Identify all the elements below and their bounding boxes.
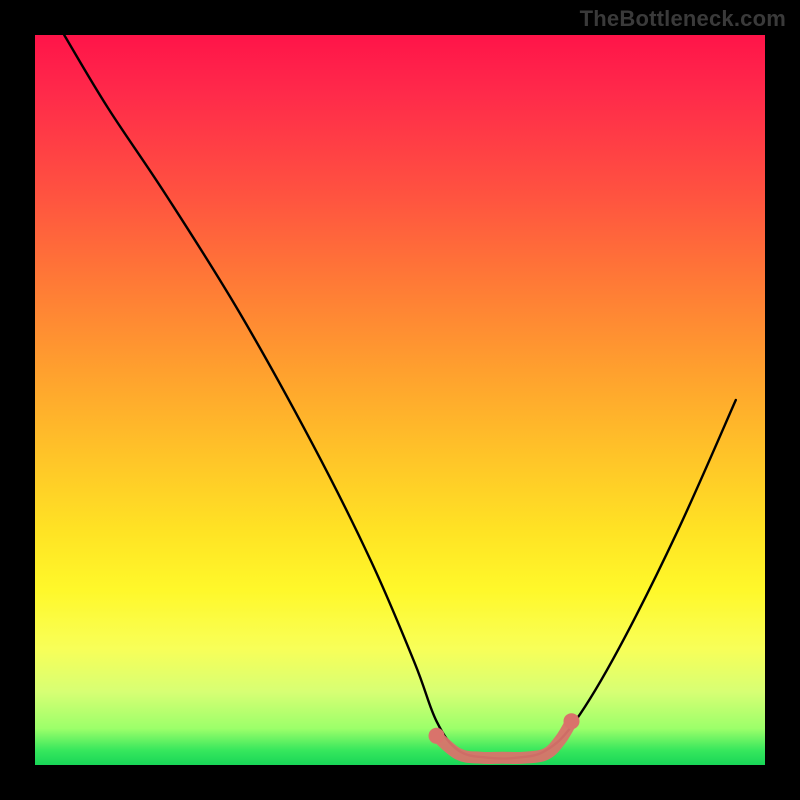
curve-bottom-marker	[429, 713, 580, 758]
chart-frame: TheBottleneck.com	[0, 0, 800, 800]
chart-svg	[35, 35, 765, 765]
gradient-plot-area	[35, 35, 765, 765]
bottleneck-curve	[64, 35, 736, 759]
watermark-label: TheBottleneck.com	[580, 6, 786, 32]
